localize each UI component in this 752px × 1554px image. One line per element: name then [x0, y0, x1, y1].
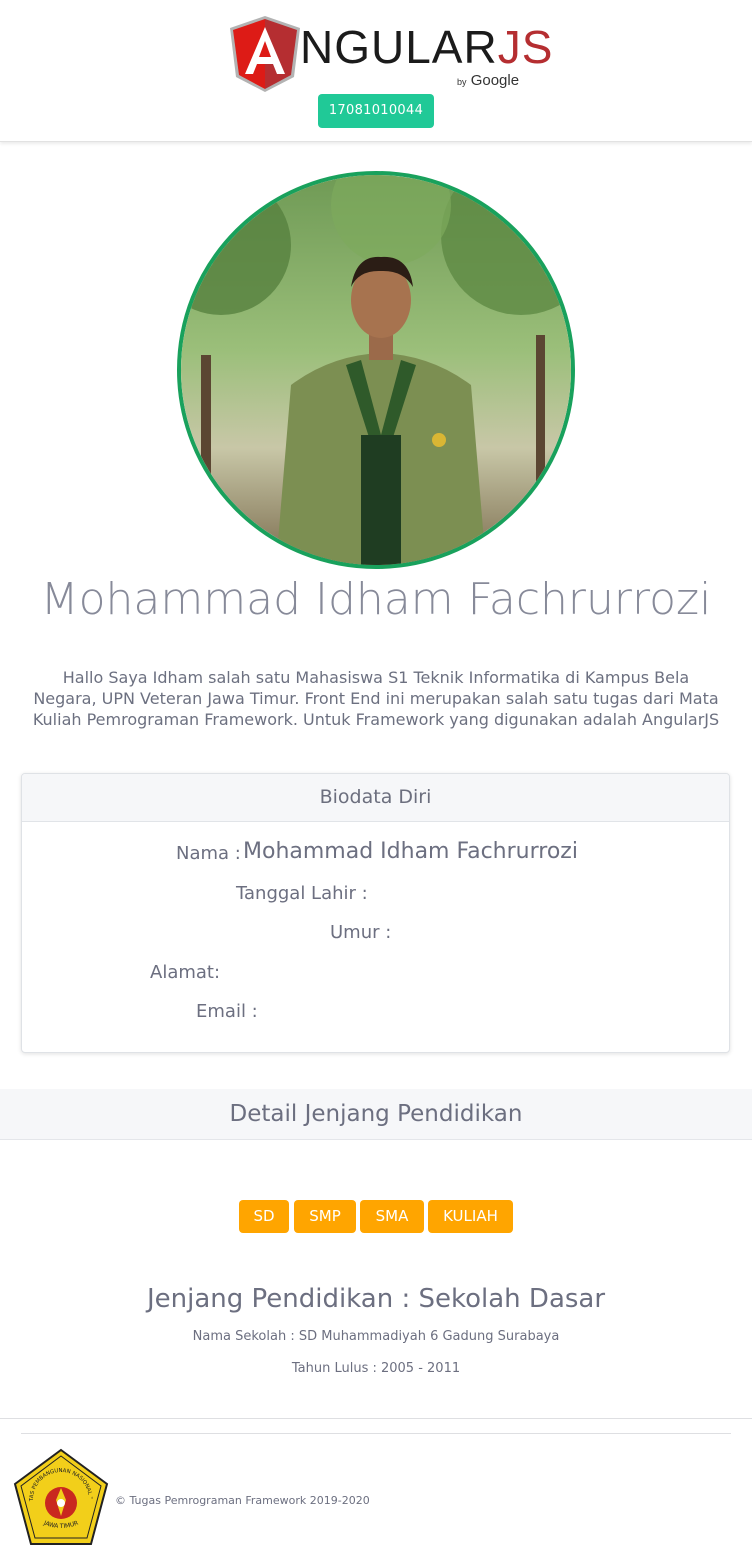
- level-button-smp[interactable]: SMP: [294, 1200, 356, 1233]
- tanggal-lahir-label: Tanggal Lahir :: [236, 883, 368, 904]
- profile-photo: [177, 171, 575, 569]
- level-button-kuliah[interactable]: KULIAH: [428, 1200, 513, 1233]
- biodata-card-title: Biodata Diri: [22, 774, 729, 822]
- nama-value: Mohammad Idham Fachrurrozi: [243, 839, 578, 864]
- email-label: Email :: [196, 1001, 258, 1022]
- nim-button[interactable]: 17081010044: [318, 94, 434, 128]
- level-button-sma[interactable]: SMA: [360, 1200, 424, 1233]
- page-header: NGULARJS by Google 17081010044: [0, 0, 752, 142]
- profile-name: Mohammad Idham Fachrurrozi: [40, 574, 712, 625]
- university-seal-icon: UNIVERSITAS PEMBANGUNAN NASIONAL "VETERA…: [11, 1448, 109, 1545]
- nama-sekolah-text: Nama Sekolah : SD Muhammadiyah 6 Gadung …: [192, 1329, 560, 1344]
- logo-by-google: by Google: [457, 72, 520, 89]
- tahun-lulus-text: Tahun Lulus : 2005 - 2011: [291, 1361, 461, 1376]
- biodata-card: Biodata Diri Nama : Mohammad Idham Fachr…: [21, 773, 730, 1053]
- logo-wordmark: NGULARJS: [300, 21, 554, 73]
- intro-text: Hallo Saya Idham salah satu Mahasiswa S1…: [32, 668, 720, 729]
- footer-divider: [0, 1418, 752, 1419]
- footer-copyright: © Tugas Pemrograman Framework 2019-2020: [115, 1494, 370, 1507]
- level-button-sd[interactable]: SD: [239, 1200, 289, 1233]
- nama-label: Nama :: [176, 843, 241, 864]
- umur-label: Umur :: [330, 922, 392, 943]
- alamat-label: Alamat:: [150, 962, 221, 983]
- jenjang-heading: Jenjang Pendidikan : Sekolah Dasar: [146, 1284, 606, 1314]
- footer-divider-inner: [21, 1433, 731, 1434]
- pendidikan-section-title: Detail Jenjang Pendidikan: [0, 1089, 752, 1140]
- profile-photo-image: [181, 175, 571, 565]
